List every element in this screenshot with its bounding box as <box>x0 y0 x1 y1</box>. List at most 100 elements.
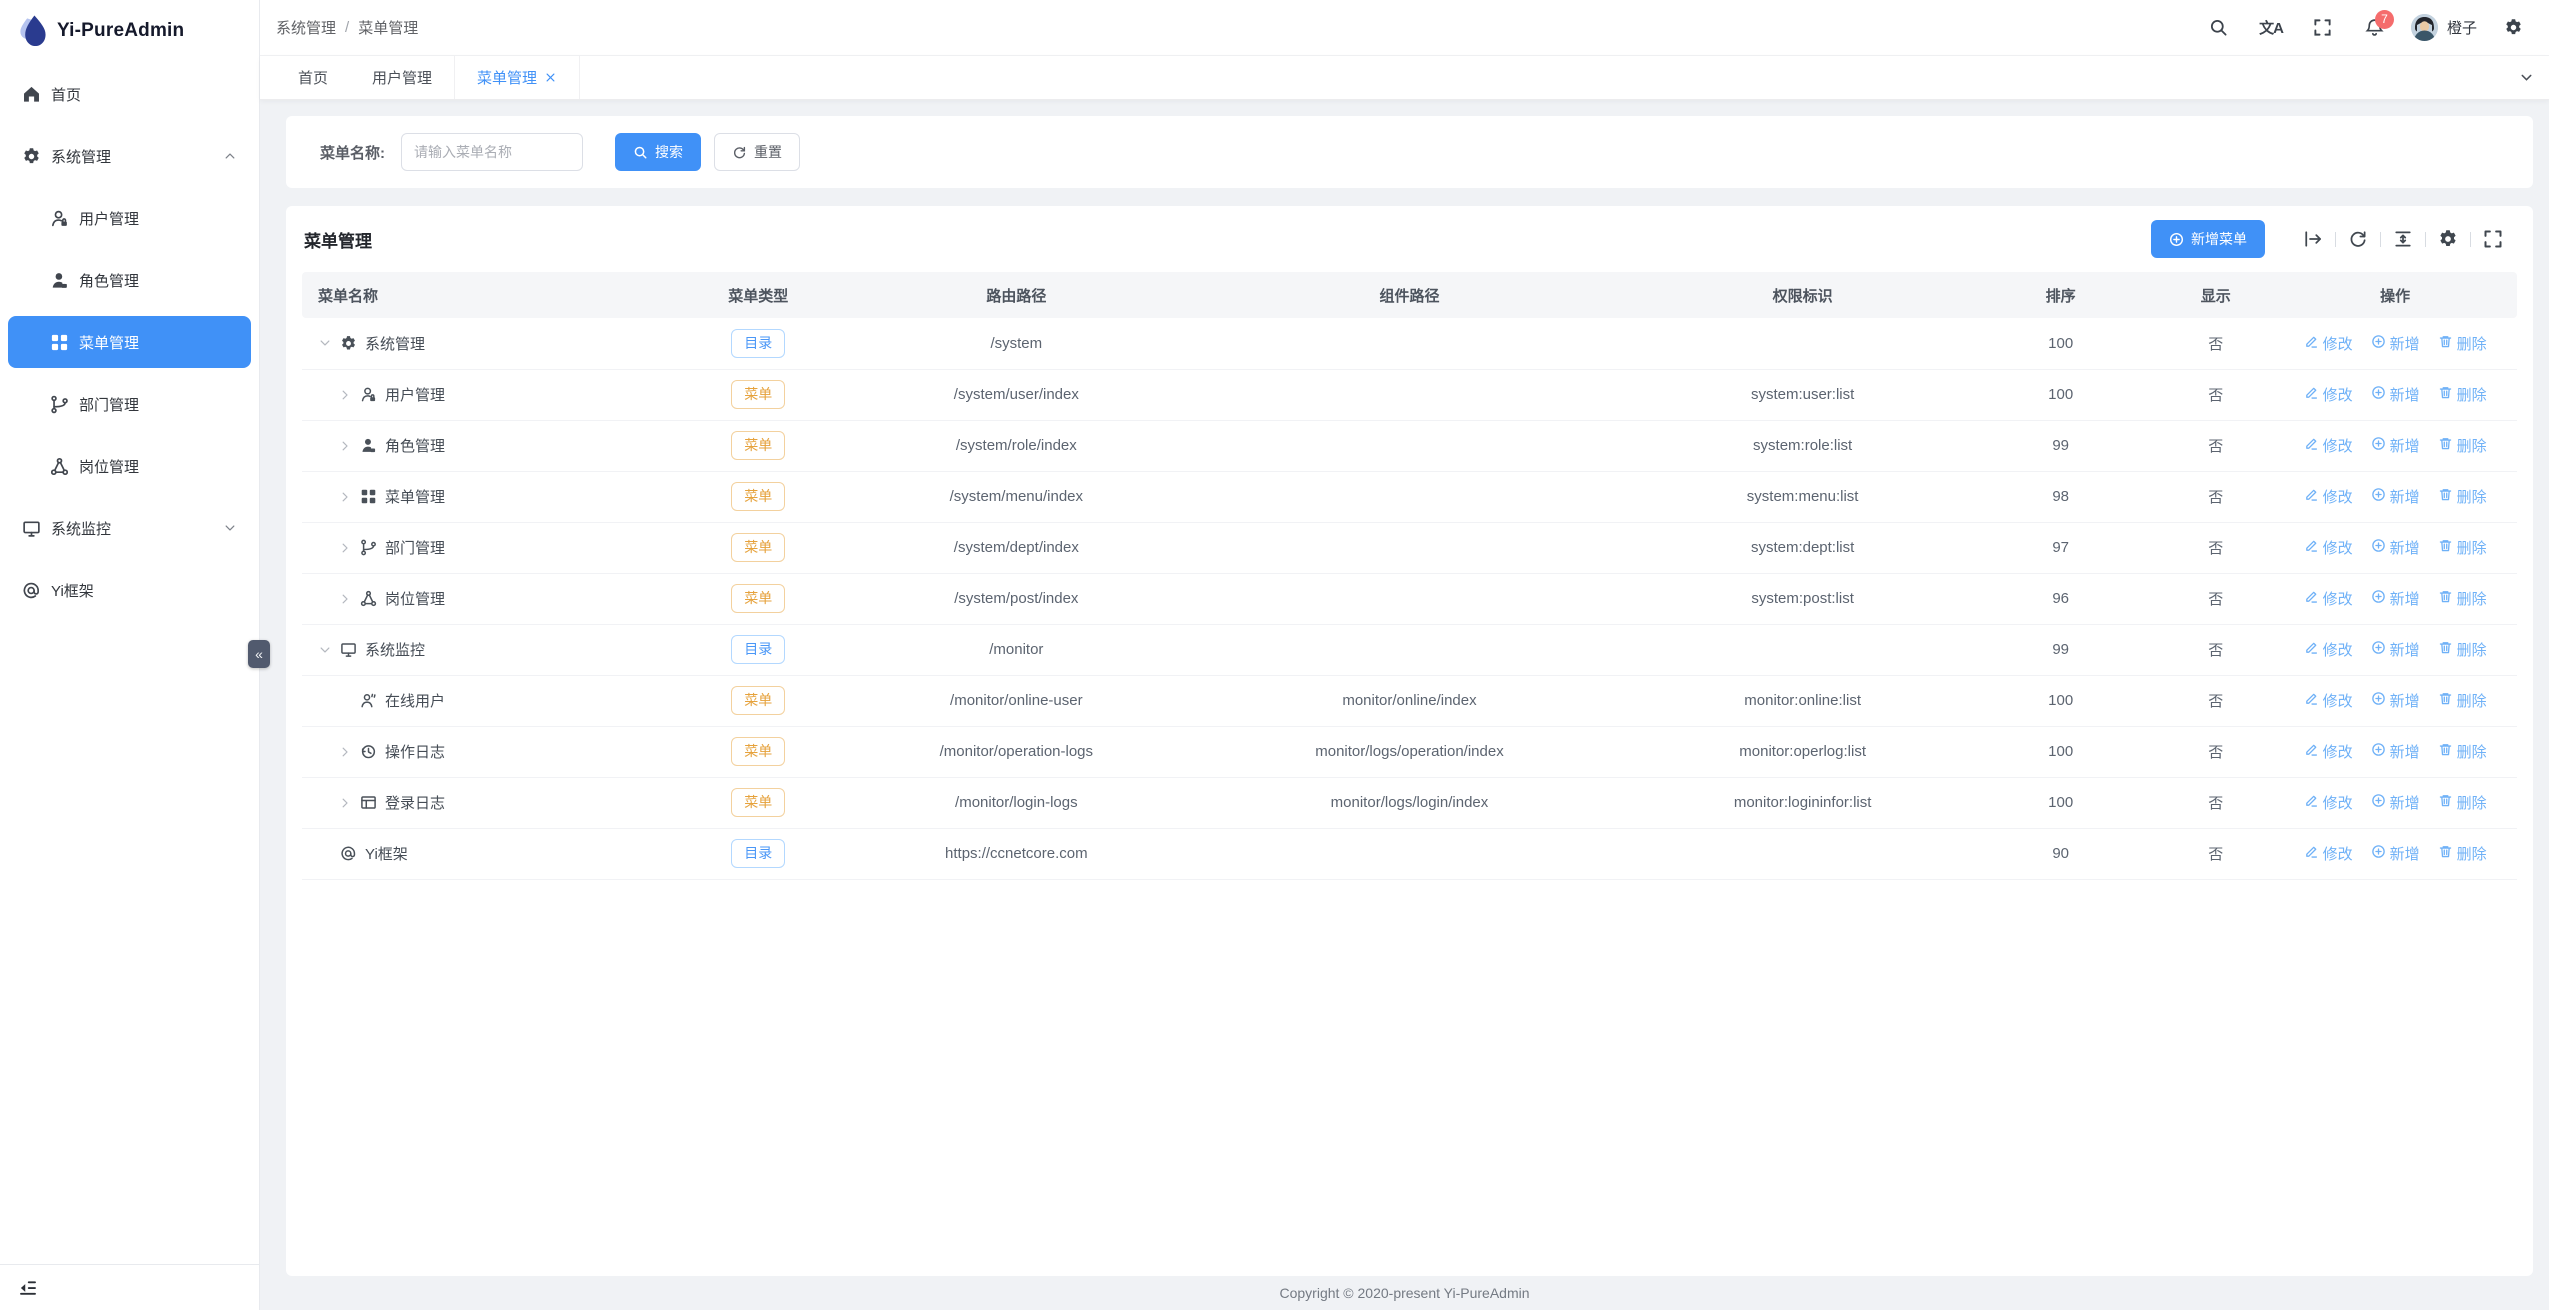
route-path-cell: /monitor/operation-logs <box>856 726 1177 777</box>
sidebar-item-post-mgmt[interactable]: 岗位管理 <box>8 440 251 492</box>
edit-action[interactable]: 修改 <box>2304 741 2353 762</box>
search-button[interactable]: 搜索 <box>615 133 701 171</box>
settings-icon[interactable] <box>2438 229 2458 249</box>
sidebar-item-monitor[interactable]: 系统监控 <box>8 502 251 554</box>
sidebar-collapse-handle[interactable]: « <box>248 640 270 668</box>
trash-icon <box>2438 538 2453 557</box>
sidebar-item-user-mgmt[interactable]: 用户管理 <box>8 192 251 244</box>
edit-action[interactable]: 修改 <box>2304 537 2353 558</box>
add-action[interactable]: 新增 <box>2371 435 2420 456</box>
sort-cell: 90 <box>1963 828 2158 879</box>
edit-action[interactable]: 修改 <box>2304 384 2353 405</box>
delete-action[interactable]: 删除 <box>2438 537 2487 558</box>
menu-type-badge: 菜单 <box>731 380 785 409</box>
bell-icon[interactable]: 7 <box>2353 8 2397 48</box>
settings-gear-icon[interactable] <box>2491 8 2535 48</box>
chevron-right-icon[interactable] <box>338 490 352 504</box>
menu-name-cell: 系统管理 <box>302 333 661 354</box>
user-menu[interactable]: 橙子 <box>2405 14 2483 41</box>
chevron-right-icon[interactable] <box>338 388 352 402</box>
add-action[interactable]: 新增 <box>2371 588 2420 609</box>
delete-action[interactable]: 删除 <box>2438 639 2487 660</box>
delete-action[interactable]: 删除 <box>2438 486 2487 507</box>
edit-action[interactable]: 修改 <box>2304 486 2353 507</box>
add-action[interactable]: 新增 <box>2371 639 2420 660</box>
edit-action[interactable]: 修改 <box>2304 333 2353 354</box>
chevron-right-icon[interactable] <box>338 745 352 759</box>
density-icon[interactable] <box>2393 229 2413 249</box>
delete-action[interactable]: 删除 <box>2438 588 2487 609</box>
menu-name-label: 登录日志 <box>385 792 445 813</box>
menu-name-input[interactable] <box>401 133 583 171</box>
edit-action[interactable]: 修改 <box>2304 588 2353 609</box>
menu-fold-icon[interactable] <box>18 1278 38 1298</box>
add-circle-icon <box>2371 334 2386 353</box>
fullscreen-icon[interactable] <box>2301 8 2345 48</box>
trash-icon <box>2438 589 2453 608</box>
edit-action[interactable]: 修改 <box>2304 843 2353 864</box>
tabbar-chevron-down-icon[interactable] <box>2503 56 2549 99</box>
tab-user-mgmt[interactable]: 用户管理 <box>350 56 454 99</box>
app-logo[interactable]: Yi-PureAdmin <box>0 0 259 62</box>
page-footer: Copyright © 2020-present Yi-PureAdmin <box>260 1276 2549 1310</box>
add-action[interactable]: 新增 <box>2371 333 2420 354</box>
visible-cell: 否 <box>2158 624 2273 675</box>
delete-action[interactable]: 删除 <box>2438 384 2487 405</box>
chevron-down-icon[interactable] <box>318 643 332 657</box>
search-icon[interactable] <box>2197 8 2241 48</box>
edit-action[interactable]: 修改 <box>2304 690 2353 711</box>
add-action[interactable]: 新增 <box>2371 537 2420 558</box>
sort-cell: 99 <box>1963 420 2158 471</box>
delete-action[interactable]: 删除 <box>2438 435 2487 456</box>
menu-name-cell: Yi框架 <box>302 843 661 864</box>
sort-cell: 96 <box>1963 573 2158 624</box>
add-action[interactable]: 新增 <box>2371 741 2420 762</box>
permission-cell: monitor:operlog:list <box>1642 726 1963 777</box>
sidebar-item-dept-mgmt[interactable]: 部门管理 <box>8 378 251 430</box>
chevron-right-icon[interactable] <box>338 796 352 810</box>
menu-name-label: 系统管理 <box>365 333 425 354</box>
delete-action[interactable]: 删除 <box>2438 843 2487 864</box>
add-action[interactable]: 新增 <box>2371 384 2420 405</box>
chevron-right-icon[interactable] <box>338 439 352 453</box>
edit-action[interactable]: 修改 <box>2304 435 2353 456</box>
add-action[interactable]: 新增 <box>2371 690 2420 711</box>
add-action[interactable]: 新增 <box>2371 486 2420 507</box>
sidebar-item-home[interactable]: 首页 <box>8 68 251 120</box>
expand-icon[interactable] <box>2303 229 2323 249</box>
sidebar-item-system-mgmt[interactable]: 系统管理 <box>8 130 251 182</box>
visible-cell: 否 <box>2158 726 2273 777</box>
reset-button[interactable]: 重置 <box>714 133 800 171</box>
add-action[interactable]: 新增 <box>2371 792 2420 813</box>
content: 菜单名称: 搜索 重置 菜单管理 新增 <box>260 100 2549 1276</box>
close-icon[interactable] <box>544 71 557 84</box>
translate-icon[interactable]: 文A <box>2249 8 2293 48</box>
add-menu-button[interactable]: 新增菜单 <box>2151 220 2265 258</box>
fullscreen-icon[interactable] <box>2483 229 2503 249</box>
delete-action[interactable]: 删除 <box>2438 792 2487 813</box>
sidebar-item-yi-frame[interactable]: Yi框架 <box>8 564 251 616</box>
chevron-right-icon[interactable] <box>338 541 352 555</box>
edit-action[interactable]: 修改 <box>2304 639 2353 660</box>
edit-action[interactable]: 修改 <box>2304 792 2353 813</box>
menu-name-label: 操作日志 <box>385 741 445 762</box>
add-action[interactable]: 新增 <box>2371 843 2420 864</box>
sort-cell: 100 <box>1963 675 2158 726</box>
sidebar-item-role-mgmt[interactable]: 角色管理 <box>8 254 251 306</box>
chevron-down-icon[interactable] <box>318 336 332 350</box>
delete-action[interactable]: 删除 <box>2438 741 2487 762</box>
delete-action[interactable]: 删除 <box>2438 333 2487 354</box>
refresh-icon[interactable] <box>2348 229 2368 249</box>
sidebar-item-menu-mgmt[interactable]: 菜单管理 <box>8 316 251 368</box>
chevron-right-icon[interactable] <box>338 592 352 606</box>
breadcrumb-item-system[interactable]: 系统管理 <box>276 17 336 38</box>
add-circle-icon <box>2371 385 2386 404</box>
component-path-cell <box>1177 522 1642 573</box>
component-path-cell <box>1177 828 1642 879</box>
tab-menu-mgmt[interactable]: 菜单管理 <box>454 56 580 99</box>
tab-home[interactable]: 首页 <box>276 56 350 99</box>
add-circle-icon <box>2371 844 2386 863</box>
history-icon <box>360 743 377 760</box>
table-tool-icons <box>2291 229 2515 249</box>
delete-action[interactable]: 删除 <box>2438 690 2487 711</box>
